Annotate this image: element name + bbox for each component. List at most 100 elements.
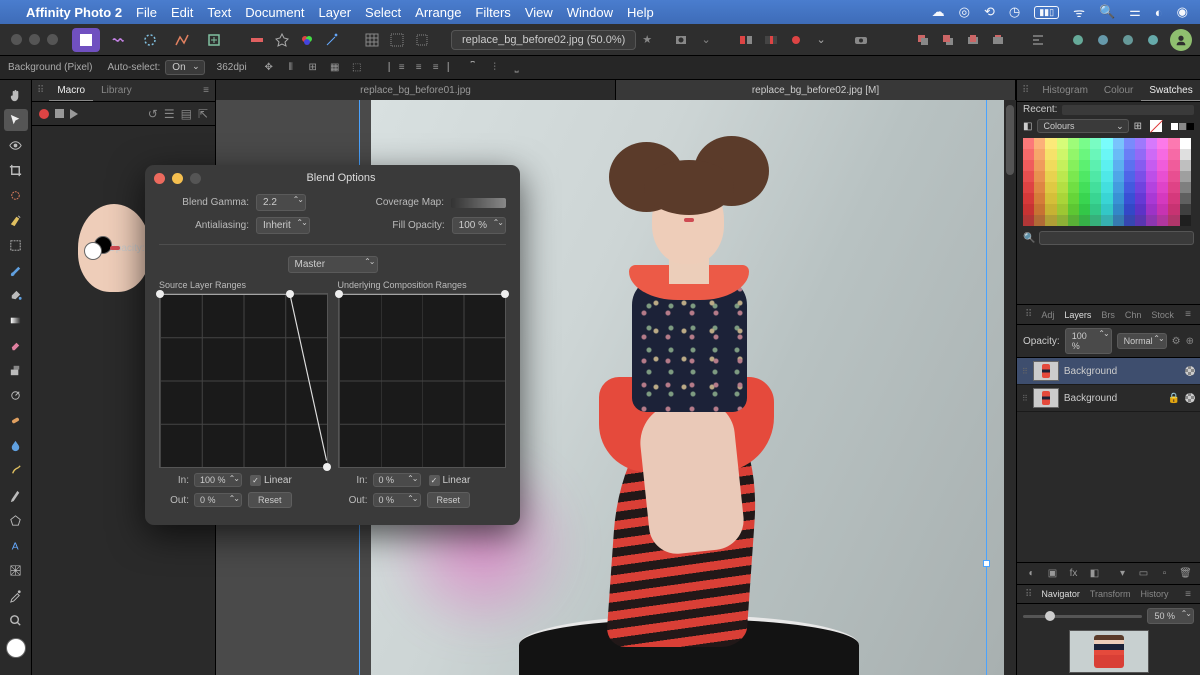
vertical-scrollbar[interactable] <box>1004 100 1016 675</box>
macro-list-icon[interactable]: ☰ <box>164 107 175 121</box>
quickmask-icon[interactable] <box>735 29 757 51</box>
library-tab[interactable]: Library <box>93 80 140 101</box>
window-traffic-lights[interactable] <box>11 34 58 45</box>
layer-name[interactable]: Background <box>1064 366 1180 377</box>
layer-visibility-icon[interactable] <box>1185 393 1195 403</box>
align-b-icon[interactable]: ⎵ <box>507 59 527 77</box>
menu-text[interactable]: Text <box>207 5 231 20</box>
app-name[interactable]: Affinity Photo 2 <box>26 5 122 20</box>
stock-tab[interactable]: Stock <box>1146 310 1179 320</box>
sync-icon[interactable]: ⟲ <box>984 4 995 20</box>
adj2-icon[interactable] <box>1092 29 1114 51</box>
text-tool[interactable]: A <box>4 534 28 556</box>
chn-tab[interactable]: Chn <box>1120 310 1147 320</box>
layer-grip-icon[interactable]: ⠿ <box>1022 394 1028 403</box>
clock-icon[interactable]: ◷ <box>1009 4 1020 20</box>
align-r-icon[interactable]: ≡⎹ <box>431 59 451 77</box>
gradient-tool[interactable] <box>4 309 28 331</box>
cloud-icon[interactable]: ☁ <box>932 4 945 20</box>
order-back-icon[interactable] <box>912 29 934 51</box>
grid3-icon[interactable] <box>411 29 433 51</box>
merge-layer-icon[interactable]: ▾ <box>1114 566 1131 581</box>
swatch-grid[interactable] <box>1023 138 1194 226</box>
macro-reset-icon[interactable]: ↺ <box>148 107 158 121</box>
zoom-slider[interactable] <box>1023 615 1142 618</box>
zoom-dropdown[interactable]: 50 % <box>1147 608 1194 624</box>
flood-select-tool[interactable] <box>4 209 28 231</box>
align-t-icon[interactable]: ⎴ <box>463 59 483 77</box>
blend-mode-dropdown[interactable]: Normal <box>1117 333 1167 349</box>
layer-row[interactable]: ⠿ Background <box>1017 358 1200 385</box>
blend-gamma-dropdown[interactable]: 2.2 <box>256 194 306 211</box>
pen-tool[interactable] <box>4 484 28 506</box>
doc-tab-1[interactable]: replace_bg_before01.jpg <box>216 80 616 100</box>
palette-type-icon[interactable]: ◧ <box>1023 121 1032 132</box>
add-layer-icon[interactable]: ▫ <box>1156 566 1173 581</box>
selection-brush-tool[interactable] <box>4 184 28 206</box>
flag-icon[interactable]: ◐ <box>1155 5 1163 20</box>
src-out-dropdown[interactable]: 0 % <box>194 493 242 507</box>
delete-layer-icon[interactable]: 🗑 <box>1177 566 1194 581</box>
document-title[interactable]: replace_bg_before02.jpg (50.0%) <box>451 30 636 50</box>
align-icon[interactable] <box>1027 29 1049 51</box>
swatch-search-input[interactable] <box>1039 231 1194 245</box>
autoselect-dropdown[interactable]: On <box>165 60 204 75</box>
recent-colors-bar[interactable] <box>1062 105 1194 115</box>
menu-select[interactable]: Select <box>365 5 401 20</box>
play-button[interactable] <box>70 109 78 119</box>
wifi-icon[interactable]: ᯤ <box>1073 3 1085 21</box>
healing-tool[interactable] <box>4 409 28 431</box>
underlying-curve[interactable] <box>338 293 507 468</box>
tone-persona-button[interactable] <box>168 28 196 52</box>
close-icon[interactable] <box>154 173 165 184</box>
align-l-icon[interactable]: ⎸≡ <box>387 59 407 77</box>
fill-tool[interactable] <box>4 284 28 306</box>
favorite-star-icon[interactable]: ★ <box>642 33 652 46</box>
color-well[interactable] <box>6 638 26 658</box>
navigator-thumbnail[interactable] <box>1069 630 1149 673</box>
menu-file[interactable]: File <box>136 5 157 20</box>
snap3-icon[interactable]: ▦ <box>325 59 345 77</box>
grid2-icon[interactable] <box>386 29 408 51</box>
adjust-layer-icon[interactable]: ◐ <box>1023 566 1040 581</box>
shield-icon[interactable]: ◎ <box>959 4 970 20</box>
small-swatches[interactable] <box>1171 123 1194 130</box>
doc-tab-2[interactable]: replace_bg_before02.jpg [M] <box>616 80 1016 100</box>
under-in-dropdown[interactable]: 0 % <box>373 473 421 487</box>
photo-persona-button[interactable] <box>72 28 100 52</box>
swatch-view-icon[interactable]: ⊞ <box>1134 121 1142 132</box>
macro-export-icon[interactable]: ⇱ <box>198 107 208 121</box>
transform-tab[interactable]: Transform <box>1085 589 1136 599</box>
antialiasing-dropdown[interactable]: Inherit <box>256 217 310 234</box>
navigator-tab[interactable]: Navigator <box>1036 589 1085 599</box>
record-button[interactable] <box>39 109 49 119</box>
macro-tab[interactable]: Macro <box>49 80 93 101</box>
marquee-tool[interactable] <box>4 234 28 256</box>
move-icon[interactable]: ✥ <box>259 59 279 77</box>
dropper-tool[interactable] <box>4 584 28 606</box>
menu-edit[interactable]: Edit <box>171 5 193 20</box>
menu-arrange[interactable]: Arrange <box>415 5 461 20</box>
panel-menu-icon[interactable]: ≡ <box>1180 309 1196 320</box>
fx-layer-icon[interactable]: fx <box>1065 566 1082 581</box>
color-button[interactable] <box>296 29 318 51</box>
src-reset-button[interactable]: Reset <box>248 492 292 508</box>
src-linear-checkbox[interactable]: ✓Linear <box>250 475 292 486</box>
macro-save-icon[interactable]: ▤ <box>181 107 192 121</box>
dodge-tool[interactable] <box>4 384 28 406</box>
layer-fx-icon[interactable]: ⊕ <box>1186 336 1194 347</box>
brs-tab[interactable]: Brs <box>1096 310 1120 320</box>
under-linear-checkbox[interactable]: ✓Linear <box>429 475 471 486</box>
wand-button[interactable] <box>321 29 343 51</box>
fill-opacity-dropdown[interactable]: 100 % <box>452 217 506 234</box>
order-front-icon[interactable] <box>937 29 959 51</box>
histogram-tab[interactable]: Histogram <box>1034 80 1096 101</box>
adj-tab[interactable]: Adj <box>1036 310 1059 320</box>
under-out-dropdown[interactable]: 0 % <box>373 493 421 507</box>
align-m-icon[interactable]: ⫶ <box>485 59 505 77</box>
grid1-icon[interactable] <box>361 29 383 51</box>
panel-grip-icon[interactable]: ⠿ <box>1021 589 1036 600</box>
layer-thumbnail[interactable] <box>1033 361 1059 381</box>
menu-layer[interactable]: Layer <box>319 5 352 20</box>
zoom-tool[interactable] <box>4 609 28 631</box>
